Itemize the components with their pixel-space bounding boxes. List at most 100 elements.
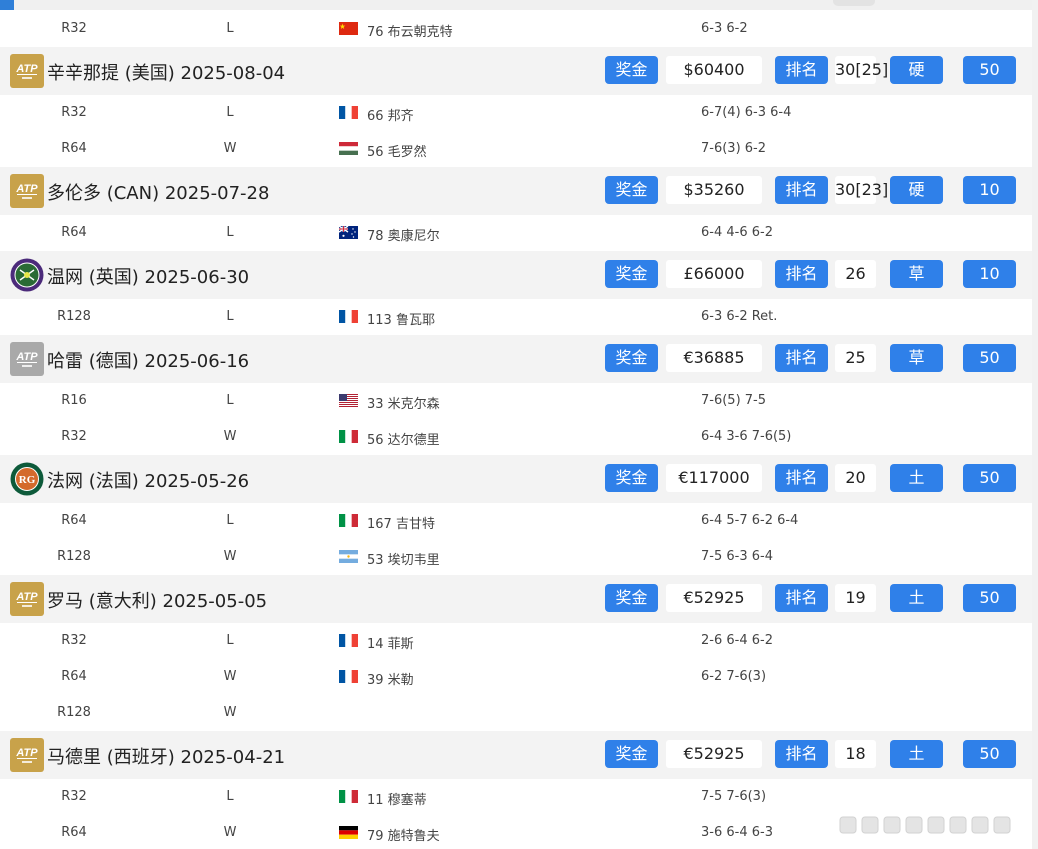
opponent-link[interactable]: 56 毛罗然 — [367, 141, 427, 160]
opponent-link[interactable]: 39 米勒 — [367, 669, 414, 688]
svg-text:RG: RG — [19, 474, 36, 486]
prize-money-button[interactable]: 奖金 — [605, 584, 658, 612]
match-result: L — [226, 105, 234, 120]
tournament-header: 温网 (英国) 2025-06-30 奖金 £66000 排名 26 草 10 — [0, 251, 1032, 299]
previous-row-edge — [0, 0, 1032, 10]
atp-500-logo-icon: ATP — [10, 342, 44, 376]
ranking-value: 19 — [835, 584, 876, 612]
surface-button[interactable]: 草 — [890, 260, 943, 288]
svg-text:ATP: ATP — [15, 183, 38, 195]
ranking-button[interactable]: 排名 — [775, 260, 828, 288]
roland-garros-logo-icon: RG — [10, 462, 44, 496]
prize-money-value: €52925 — [666, 584, 762, 612]
accent-block — [0, 0, 14, 10]
match-row: R64 L 167 吉甘特 6-4 5-7 6-2 6-4 — [0, 503, 1032, 539]
prize-money-button[interactable]: 奖金 — [605, 176, 658, 204]
match-row: R128 W 53 埃切韦里 7-5 6-3 6-4 — [0, 539, 1032, 575]
opponent-link[interactable]: 33 米克尔森 — [367, 393, 440, 412]
tournament-title[interactable]: 哈雷 (德国) 2025-06-16 — [47, 347, 249, 373]
prize-money-button[interactable]: 奖金 — [605, 260, 658, 288]
match-row: R128 L 113 鲁瓦耶 6-3 6-2 Ret. — [0, 299, 1032, 335]
ranking-button[interactable]: 排名 — [775, 464, 828, 492]
ranking-button[interactable]: 排名 — [775, 344, 828, 372]
surface-button[interactable]: 草 — [890, 344, 943, 372]
opponent-link[interactable]: 167 吉甘特 — [367, 513, 435, 532]
opponent-link[interactable]: 66 邦齐 — [367, 105, 414, 124]
match-score: 7-5 6-3 6-4 — [701, 549, 773, 564]
italy-flag-icon — [339, 514, 358, 527]
italy-flag-icon — [339, 790, 358, 803]
match-row: R32 W 56 达尔德里 6-4 3-6 7-6(5) — [0, 419, 1032, 455]
match-result: W — [223, 705, 237, 720]
italy-flag-icon — [339, 430, 358, 443]
atp-1000-logo-icon: ATP — [10, 174, 44, 208]
match-round: R32 — [61, 21, 87, 36]
match-score: 6-4 5-7 6-2 6-4 — [701, 513, 799, 528]
match-result: W — [223, 669, 237, 684]
svg-text:ATP: ATP — [15, 591, 38, 603]
ranking-button[interactable]: 排名 — [775, 56, 828, 84]
match-row: R64 W 56 毛罗然 7-6(3) 6-2 — [0, 131, 1032, 167]
prize-money-button[interactable]: 奖金 — [605, 740, 658, 768]
surface-button[interactable]: 土 — [890, 584, 943, 612]
svg-text:ATP: ATP — [15, 747, 38, 759]
opponent-link[interactable]: 79 施特鲁夫 — [367, 825, 440, 844]
match-round: R64 — [61, 825, 87, 840]
match-score: 7-5 7-6(3) — [701, 789, 767, 804]
prize-money-button[interactable]: 奖金 — [605, 56, 658, 84]
points-button[interactable]: 50 — [963, 464, 1016, 492]
atp-1000-logo-icon: ATP — [10, 54, 44, 88]
prize-money-value: £66000 — [666, 260, 762, 288]
opponent-link[interactable]: 14 菲斯 — [367, 633, 414, 652]
tournament-title[interactable]: 温网 (英国) 2025-06-30 — [47, 263, 249, 289]
prize-money-value: $60400 — [666, 56, 762, 84]
surface-button[interactable]: 硬 — [890, 176, 943, 204]
opponent-link[interactable]: 11 穆塞蒂 — [367, 789, 427, 808]
prize-money-value: €36885 — [666, 344, 762, 372]
tournament-title[interactable]: 多伦多 (CAN) 2025-07-28 — [47, 179, 269, 205]
points-button[interactable]: 50 — [963, 56, 1016, 84]
points-button[interactable]: 50 — [963, 740, 1016, 768]
svg-text:ATP: ATP — [15, 63, 38, 75]
surface-button[interactable]: 土 — [890, 464, 943, 492]
tournament-title[interactable]: 辛辛那提 (美国) 2025-08-04 — [47, 59, 285, 85]
match-result: W — [223, 429, 237, 444]
opponent-link[interactable]: 113 鲁瓦耶 — [367, 309, 435, 328]
ranking-button[interactable]: 排名 — [775, 176, 828, 204]
opponent-link[interactable]: 53 埃切韦里 — [367, 549, 440, 568]
prize-money-button[interactable]: 奖金 — [605, 464, 658, 492]
tournament-header: ATP 马德里 (西班牙) 2025-04-21 奖金 €52925 排名 18 土 50 — [0, 731, 1032, 779]
match-round: R32 — [61, 429, 87, 444]
match-result: L — [226, 309, 234, 324]
scroll-indicator — [833, 0, 875, 6]
points-button[interactable]: 10 — [963, 176, 1016, 204]
match-round: R64 — [61, 141, 87, 156]
tournament-results-list: R32 L 76 布云朝克特 6-3 6-2 ATP 辛辛那提 (美国) 2025-08-… — [0, 0, 1038, 849]
ranking-value: 20 — [835, 464, 876, 492]
ranking-button[interactable]: 排名 — [775, 584, 828, 612]
scrollbar-track[interactable] — [1032, 0, 1038, 849]
ranking-button[interactable]: 排名 — [775, 740, 828, 768]
ranking-value: 30[25] — [835, 56, 888, 84]
tournament-title[interactable]: 法网 (法国) 2025-05-26 — [47, 467, 249, 493]
opponent-link[interactable]: 78 奥康尼尔 — [367, 225, 440, 244]
atp-1000-logo-icon: ATP — [10, 582, 44, 616]
france-flag-icon — [339, 634, 358, 647]
tournament-title[interactable]: 马德里 (西班牙) 2025-04-21 — [47, 743, 285, 769]
prize-money-button[interactable]: 奖金 — [605, 344, 658, 372]
surface-button[interactable]: 硬 — [890, 56, 943, 84]
match-round: R32 — [61, 105, 87, 120]
opponent-link[interactable]: 56 达尔德里 — [367, 429, 440, 448]
points-button[interactable]: 50 — [963, 344, 1016, 372]
argentina-flag-icon — [339, 550, 358, 563]
ranking-value: 26 — [835, 260, 876, 288]
points-button[interactable]: 50 — [963, 584, 1016, 612]
tournament-header: ATP 罗马 (意大利) 2025-05-05 奖金 €52925 排名 19 土 50 — [0, 575, 1032, 623]
match-result: W — [223, 825, 237, 840]
opponent-link[interactable]: 76 布云朝克特 — [367, 21, 453, 40]
tournament-title[interactable]: 罗马 (意大利) 2025-05-05 — [47, 587, 267, 613]
match-result: L — [226, 225, 234, 240]
points-button[interactable]: 10 — [963, 260, 1016, 288]
surface-button[interactable]: 土 — [890, 740, 943, 768]
match-round: R128 — [57, 549, 91, 564]
